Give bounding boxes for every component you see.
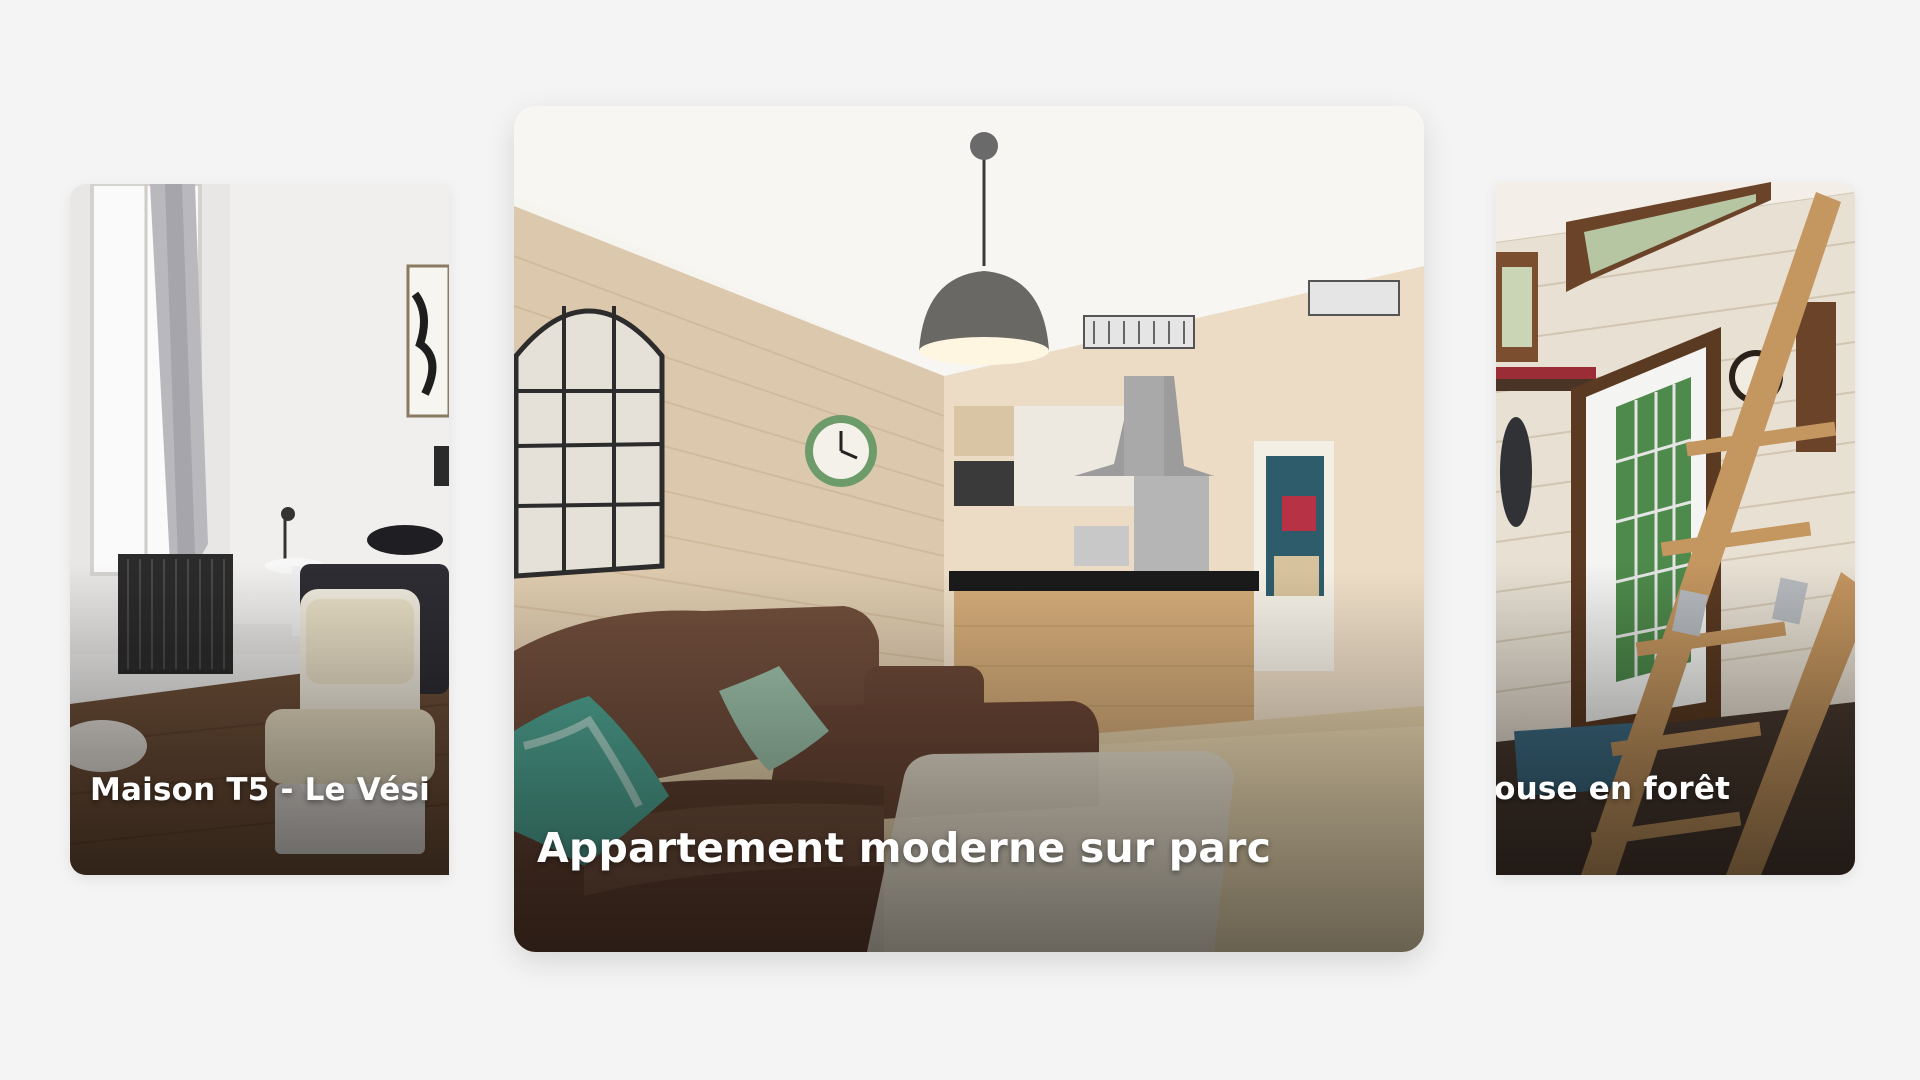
listing-title-center: Appartement moderne sur parc (537, 824, 1272, 872)
listing-card-center[interactable]: Appartement moderne sur parc (514, 106, 1424, 952)
listing-title-left: Maison T5 - Le Vési (90, 772, 430, 808)
title-gradient-overlay (70, 564, 449, 875)
listing-title-right: Tiny house en forêt (1496, 771, 1731, 807)
title-gradient-overlay (514, 571, 1424, 952)
listing-card-right[interactable]: Tiny house en forêt (1496, 182, 1855, 875)
title-gradient-overlay (1496, 563, 1855, 875)
listing-carousel: Maison T5 - Le Vési Appartement moderne … (0, 0, 1920, 1080)
listing-card-left[interactable]: Maison T5 - Le Vési (70, 184, 449, 875)
